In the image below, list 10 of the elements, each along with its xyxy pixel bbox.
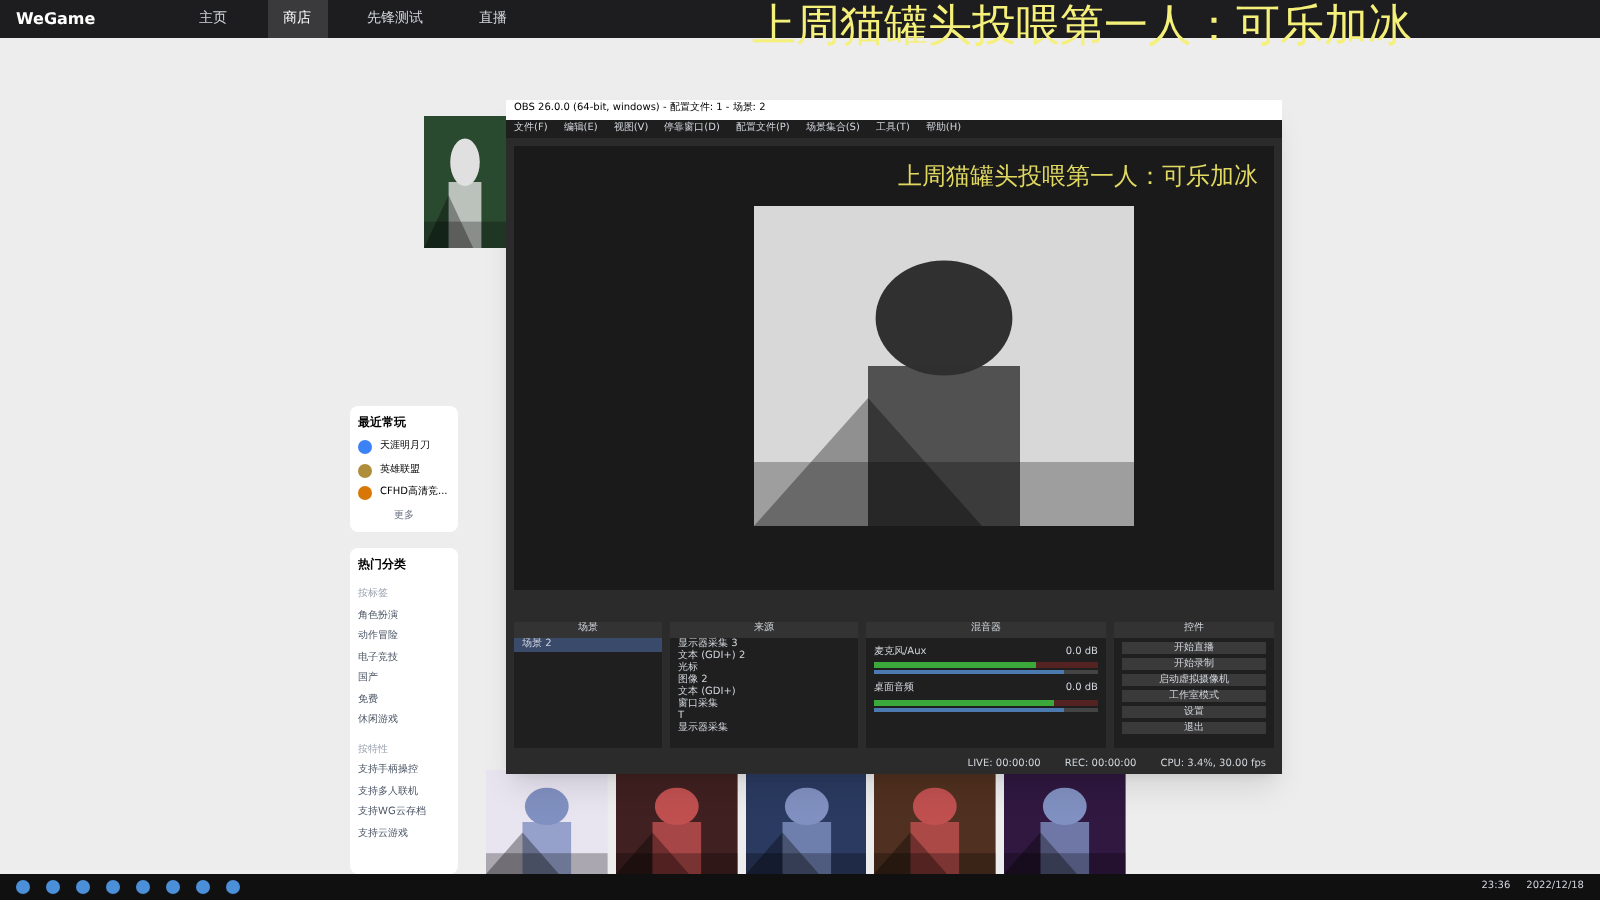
- app-logo: WeGame: [16, 7, 96, 31]
- taskbar-app-icon[interactable]: [46, 880, 60, 894]
- taskbar-app-icon[interactable]: [166, 880, 180, 894]
- taskbar-app-icon[interactable]: [106, 880, 120, 894]
- taskbar-app-icon[interactable]: [16, 880, 30, 894]
- taskbar-app-icon[interactable]: [136, 880, 150, 894]
- taskbar-app-icon[interactable]: [76, 880, 90, 894]
- taskbar-app-icon[interactable]: [196, 880, 210, 894]
- taskbar-app-icon[interactable]: [226, 880, 240, 894]
- preview-caption: 上周猫罐头投喂第一人：可乐加冰: [898, 160, 1258, 194]
